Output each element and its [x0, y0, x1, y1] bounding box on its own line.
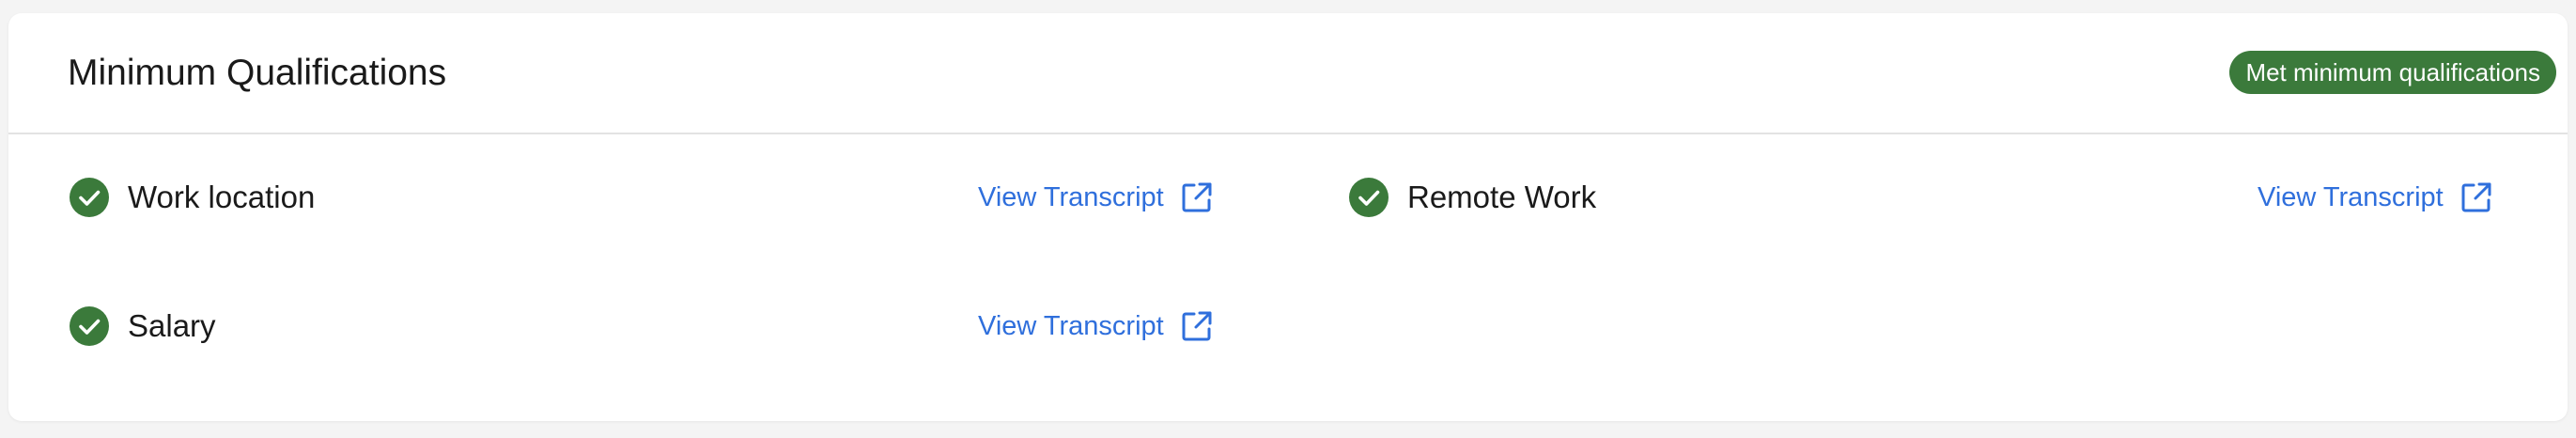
qualification-label: Salary — [128, 308, 216, 343]
check-circle-icon — [70, 178, 109, 217]
external-link-icon — [1182, 311, 1212, 341]
qualification-item-remote-work: Remote Work View Transcript — [1349, 178, 2514, 223]
qualification-item-work-location: Work location View Transcript — [70, 178, 1234, 223]
card-header: Minimum Qualifications Met minimum quali… — [8, 13, 2568, 134]
check-circle-icon — [1349, 178, 1389, 217]
view-transcript-label: View Transcript — [2258, 182, 2444, 212]
check-circle-icon — [70, 306, 109, 346]
qualification-item-salary: Salary View Transcript — [70, 306, 1234, 352]
qualification-label: Remote Work — [1407, 180, 1597, 214]
external-link-icon — [1182, 182, 1212, 212]
minimum-qualifications-card: Minimum Qualifications Met minimum quali… — [8, 13, 2568, 421]
view-transcript-link[interactable]: View Transcript — [2258, 178, 2492, 217]
view-transcript-label: View Transcript — [978, 311, 1164, 341]
card-title: Minimum Qualifications — [68, 53, 447, 93]
view-transcript-link[interactable]: View Transcript — [978, 306, 1213, 346]
external-link-icon — [2461, 182, 2491, 212]
view-transcript-link[interactable]: View Transcript — [978, 178, 1213, 217]
status-badge: Met minimum qualifications — [2229, 51, 2556, 94]
qualification-label: Work location — [128, 180, 316, 214]
view-transcript-label: View Transcript — [978, 182, 1164, 212]
